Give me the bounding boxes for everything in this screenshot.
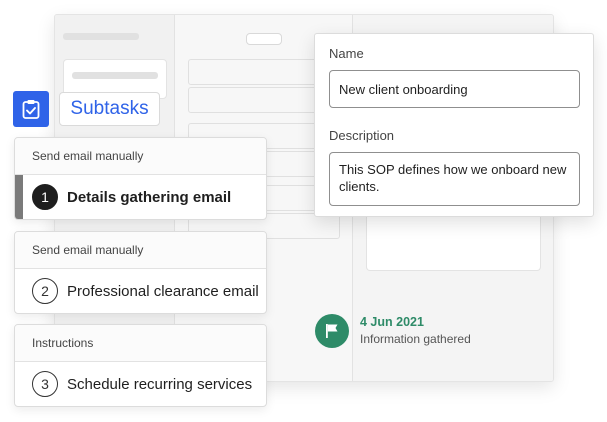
task-card[interactable]: Send email manually 2 Professional clear… — [14, 231, 267, 314]
task-title: Professional clearance email — [67, 282, 259, 300]
active-indicator — [15, 175, 23, 219]
task-number-badge: 3 — [32, 371, 58, 397]
task-section-label: Instructions — [15, 325, 266, 362]
middle-panel-tab-placeholder — [246, 33, 282, 45]
task-title: Details gathering email — [67, 188, 232, 206]
flag-icon — [315, 314, 349, 348]
task-number-badge: 1 — [32, 184, 58, 210]
task-section-label: Send email manually — [15, 232, 266, 269]
description-field[interactable]: This SOP defines how we onboard new clie… — [329, 152, 580, 206]
left-panel-header-placeholder — [63, 33, 139, 40]
right-panel-card — [366, 215, 541, 271]
task-card[interactable]: Send email manually 1 Details gathering … — [14, 137, 267, 220]
subtasks-label[interactable]: Subtasks — [59, 92, 160, 126]
name-field[interactable]: New client onboarding — [329, 70, 580, 108]
description-label: Description — [329, 128, 395, 143]
task-row[interactable]: 1 Details gathering email — [15, 175, 266, 219]
milestone-status: Information gathered — [360, 332, 471, 346]
clipboard-check-icon[interactable] — [13, 91, 49, 127]
task-number-badge: 2 — [32, 278, 58, 304]
sop-details-form: Name New client onboarding Description T… — [314, 33, 594, 217]
task-card[interactable]: Instructions 3 Schedule recurring servic… — [14, 324, 267, 407]
task-title: Schedule recurring services — [67, 375, 253, 393]
name-label: Name — [329, 46, 364, 61]
milestone: 4 Jun 2021 Information gathered — [315, 314, 471, 348]
milestone-text: 4 Jun 2021 Information gathered — [360, 314, 471, 348]
task-row[interactable]: 2 Professional clearance email — [15, 269, 266, 313]
task-row[interactable]: 3 Schedule recurring services — [15, 362, 266, 406]
left-panel-item-placeholder — [72, 72, 158, 79]
task-section-label: Send email manually — [15, 138, 266, 175]
milestone-date: 4 Jun 2021 — [360, 315, 424, 329]
